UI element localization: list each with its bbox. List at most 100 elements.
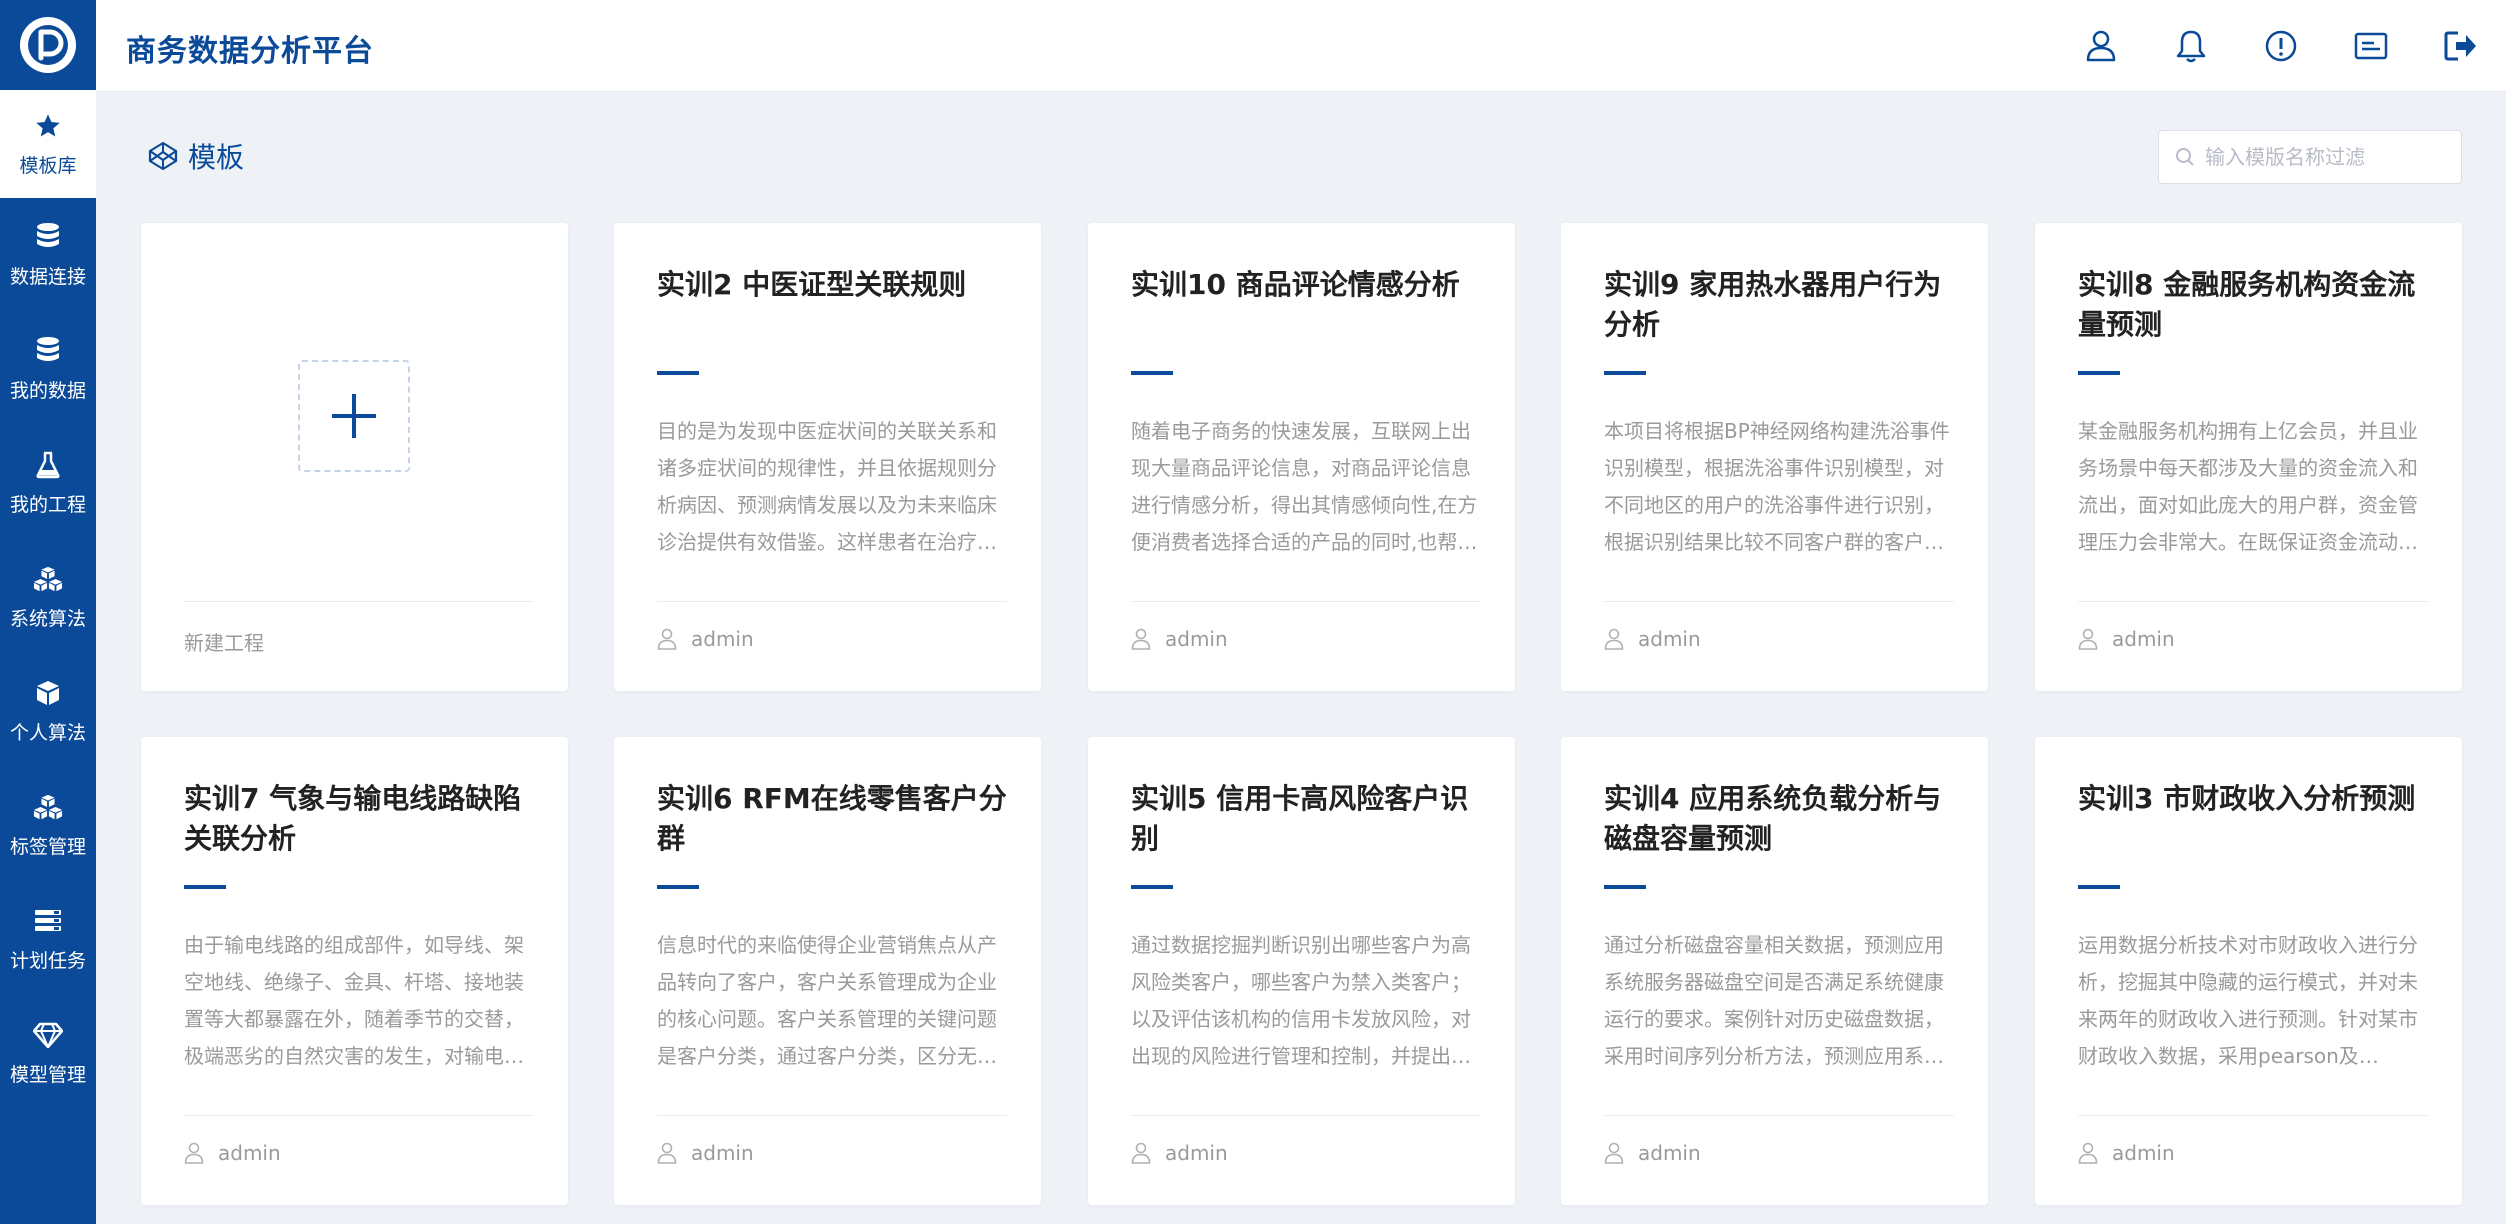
card-divider xyxy=(1604,601,1954,602)
card-author: admin xyxy=(1604,1141,1701,1165)
template-card[interactable]: 实训6 RFM在线零售客户分群 信息时代的来临使得企业营销焦点从产品转向了客户，… xyxy=(614,737,1041,1205)
card-title: 实训3 市财政收入分析预测 xyxy=(2078,782,2416,815)
top-header: 商务数据分析平台 xyxy=(96,0,2506,92)
card-author: admin xyxy=(1131,1141,1228,1165)
cubes-icon xyxy=(33,564,63,594)
card-description: 通过数据挖掘判断识别出哪些客户为高风险类客户，哪些客户为禁入类客户；以及评估该机… xyxy=(1131,933,1471,1068)
template-search[interactable] xyxy=(2158,130,2462,184)
card-accent-bar xyxy=(1131,371,1173,375)
sidebar: 模板库 数据连接 我的数据 我的工程 系统算法 个人算法 标签管理 计划任务 模… xyxy=(0,0,96,1224)
template-card[interactable]: 实训7 气象与输电线路缺陷关联分析 由于输电线路的组成部件，如导线、架空地线、绝… xyxy=(141,737,568,1205)
sidebar-item-template-library[interactable]: 模板库 xyxy=(0,90,96,198)
codepen-icon xyxy=(148,141,178,171)
card-accent-bar xyxy=(657,885,699,889)
author-name: admin xyxy=(691,1141,754,1165)
card-description: 随着电子商务的快速发展，互联网上出现大量商品评论信息，对商品评论信息进行情感分析… xyxy=(1131,419,1478,554)
database-icon xyxy=(33,222,63,252)
user-icon xyxy=(657,1142,677,1164)
card-description: 信息时代的来临使得企业营销焦点从产品转向了客户，客户关系管理成为企业的核心问题。… xyxy=(657,933,997,1068)
user-icon xyxy=(184,1142,204,1164)
new-project-card[interactable]: 新建工程 xyxy=(141,223,568,691)
cube-icon xyxy=(33,678,63,708)
star-icon xyxy=(33,111,63,141)
card-divider xyxy=(657,1115,1007,1116)
card-title: 实训8 金融服务机构资金流量预测 xyxy=(2078,268,2416,341)
sidebar-item-data-connection[interactable]: 数据连接 xyxy=(0,198,96,312)
sidebar-item-system-algorithm[interactable]: 系统算法 xyxy=(0,540,96,654)
template-card[interactable]: 实训9 家用热水器用户行为分析 本项目将根据BP神经网络构建洗浴事件识别模型，根… xyxy=(1561,223,1988,691)
card-accent-bar xyxy=(2078,371,2120,375)
author-name: admin xyxy=(1165,627,1228,651)
sidebar-item-label: 数据连接 xyxy=(9,265,86,288)
user-icon xyxy=(1604,628,1624,650)
sidebar-item-tag-management[interactable]: 标签管理 xyxy=(0,768,96,882)
sidebar-item-label: 系统算法 xyxy=(9,607,86,630)
card-author: admin xyxy=(184,1141,281,1165)
author-name: admin xyxy=(691,627,754,651)
logout-icon[interactable] xyxy=(2416,0,2506,92)
card-description: 运用数据分析技术对市财政收入进行分析，挖掘其中隐藏的运行模式，并对未来两年的财政… xyxy=(2078,933,2418,1068)
sidebar-item-label: 计划任务 xyxy=(9,949,86,972)
card-accent-bar xyxy=(2078,885,2120,889)
card-title: 实训10 商品评论情感分析 xyxy=(1131,268,1460,301)
card-accent-bar xyxy=(657,371,699,375)
sidebar-item-model-management[interactable]: 模型管理 xyxy=(0,996,96,1110)
template-card[interactable]: 实训10 商品评论情感分析 随着电子商务的快速发展，互联网上出现大量商品评论信息… xyxy=(1088,223,1515,691)
template-card[interactable]: 实训2 中医证型关联规则 目的是为发现中医症状间的关联关系和诸多症状间的规律性，… xyxy=(614,223,1041,691)
diamond-icon xyxy=(33,1020,63,1050)
plus-icon xyxy=(332,394,376,438)
page-heading: 模板 xyxy=(148,136,244,176)
sidebar-item-label: 模板库 xyxy=(19,154,77,177)
card-title: 实训7 气象与输电线路缺陷关联分析 xyxy=(184,782,522,855)
card-author: admin xyxy=(657,627,754,651)
card-divider xyxy=(184,1115,534,1116)
sidebar-item-label: 我的工程 xyxy=(9,493,86,516)
card-divider xyxy=(2078,1115,2428,1116)
new-project-label: 新建工程 xyxy=(184,631,264,655)
author-name: admin xyxy=(2112,627,2175,651)
card-description: 通过分析磁盘容量相关数据，预测应用系统服务器磁盘空间是否满足系统健康运行的要求。… xyxy=(1604,933,1944,1068)
user-icon xyxy=(1131,1142,1151,1164)
card-title: 实训2 中医证型关联规则 xyxy=(657,268,967,301)
search-input[interactable] xyxy=(2205,145,2445,169)
logo-icon xyxy=(20,17,76,73)
user-icon xyxy=(1131,628,1151,650)
card-description: 由于输电线路的组成部件，如导线、架空地线、绝缘子、金具、杆塔、接地装置等大都暴露… xyxy=(184,933,524,1068)
card-author: admin xyxy=(1131,627,1228,651)
user-icon xyxy=(2078,1142,2098,1164)
user-icon[interactable] xyxy=(2056,0,2146,92)
card-accent-bar xyxy=(184,885,226,889)
add-project-button[interactable] xyxy=(298,360,410,472)
logo[interactable] xyxy=(0,0,96,90)
template-card[interactable]: 实训3 市财政收入分析预测 运用数据分析技术对市财政收入进行分析，挖掘其中隐藏的… xyxy=(2035,737,2462,1205)
sidebar-item-scheduled-tasks[interactable]: 计划任务 xyxy=(0,882,96,996)
tasks-icon xyxy=(33,906,63,936)
author-name: admin xyxy=(218,1141,281,1165)
sidebar-item-my-project[interactable]: 我的工程 xyxy=(0,426,96,540)
card-author: admin xyxy=(2078,1141,2175,1165)
template-card[interactable]: 实训5 信用卡高风险客户识别 通过数据挖掘判断识别出哪些客户为高风险类客户，哪些… xyxy=(1088,737,1515,1205)
user-icon xyxy=(657,628,677,650)
card-divider xyxy=(1131,1115,1481,1116)
message-card-icon[interactable] xyxy=(2326,0,2416,92)
author-name: admin xyxy=(1638,627,1701,651)
card-accent-bar xyxy=(1604,371,1646,375)
bell-icon[interactable] xyxy=(2146,0,2236,92)
sidebar-item-personal-algorithm[interactable]: 个人算法 xyxy=(0,654,96,768)
card-author: admin xyxy=(657,1141,754,1165)
template-card[interactable]: 实训8 金融服务机构资金流量预测 某金融服务机构拥有上亿会员，并且业务场景中每天… xyxy=(2035,223,2462,691)
card-title: 实训4 应用系统负载分析与磁盘容量预测 xyxy=(1604,782,1942,855)
page-title: 模板 xyxy=(188,141,245,174)
sidebar-item-my-data[interactable]: 我的数据 xyxy=(0,312,96,426)
sidebar-item-label: 个人算法 xyxy=(9,721,86,744)
template-card[interactable]: 实训4 应用系统负载分析与磁盘容量预测 通过分析磁盘容量相关数据，预测应用系统服… xyxy=(1561,737,1988,1205)
card-divider xyxy=(184,601,534,602)
app-title: 商务数据分析平台 xyxy=(126,34,374,69)
user-icon xyxy=(2078,628,2098,650)
flask-icon xyxy=(33,450,63,480)
database-icon xyxy=(33,336,63,366)
author-name: admin xyxy=(1165,1141,1228,1165)
alert-icon[interactable] xyxy=(2236,0,2326,92)
card-divider xyxy=(1604,1115,1954,1116)
card-divider xyxy=(1131,601,1481,602)
